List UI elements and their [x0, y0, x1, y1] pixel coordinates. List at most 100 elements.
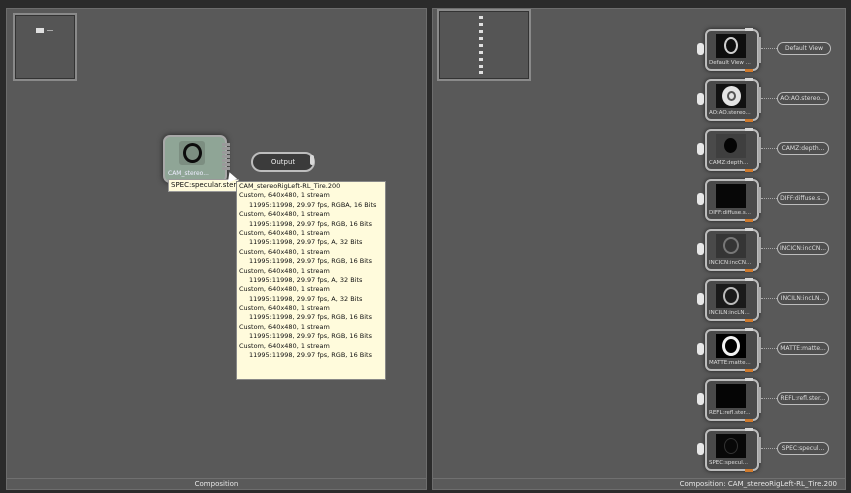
output-pill-label: INCILN:incLN... [780, 295, 826, 302]
output-port[interactable] [758, 237, 761, 263]
stream-detail: 11995:11998, 29.97 fps, RGB, 16 Bits [249, 351, 372, 360]
navigator-node-marker [479, 71, 483, 74]
connection-line [761, 398, 777, 399]
output-port[interactable] [310, 155, 314, 165]
input-port[interactable] [697, 93, 704, 105]
stream-desc: Custom, 640x480, 1 stream [239, 285, 330, 294]
node-thumbnail [716, 84, 746, 108]
stream-desc: Custom, 640x480, 1 stream [239, 266, 330, 275]
output-pill-label: INCICN:incCN... [779, 245, 827, 252]
stack-composition-panel[interactable]: Default View ... Default View AO:AO.ster… [432, 8, 846, 490]
connection-line [761, 248, 777, 249]
stack-node-ao[interactable]: AO:AO.stereo... [697, 78, 761, 122]
navigator-node-marker [36, 28, 44, 33]
stream-desc: Custom, 640x480, 1 stream [239, 304, 330, 313]
output-pill-label: Default View [784, 45, 824, 52]
pill-port [777, 296, 778, 301]
output-pill[interactable]: AO:AO.stereo... [777, 92, 829, 105]
popup-title: CAM_stereoRigLeft-RL_Tire.200 [239, 182, 341, 190]
stack-node-refl[interactable]: REFL:refl.ster... [697, 378, 761, 422]
panel-footer: Composition [7, 478, 426, 489]
output-port[interactable] [758, 87, 761, 113]
input-port[interactable] [697, 143, 704, 155]
stack-node-matte[interactable]: MATTE:matte... [697, 328, 761, 372]
stream-detail: 11995:11998, 29.97 fps, RGB, 16 Bits [249, 219, 372, 228]
camera-node[interactable]: CAM_stereo... [163, 135, 227, 183]
navigator-link-marker [47, 30, 53, 31]
navigator-node-marker [479, 65, 483, 68]
node-label: AO:AO.stereo... [709, 110, 751, 116]
node-tab [745, 28, 753, 31]
tire-icon [183, 143, 202, 163]
node-status-marker [745, 369, 753, 372]
output-pill-label: CAMZ:depth... [781, 145, 825, 152]
output-port[interactable] [758, 137, 761, 163]
node-status-marker [745, 219, 753, 222]
node-label: REFL:refl.ster... [709, 410, 751, 416]
node-tab [745, 228, 753, 231]
connection-line [761, 98, 777, 99]
output-pill[interactable]: MATTE:matte... [777, 342, 829, 355]
output-pill[interactable]: INCILN:incLN... [777, 292, 829, 305]
stack-node-default-view[interactable]: Default View ... [697, 28, 761, 72]
node-thumbnail [716, 234, 746, 258]
stack-node-camz[interactable]: CAMZ:depth... [697, 128, 761, 172]
input-port[interactable] [697, 393, 704, 405]
node-thumbnail [716, 134, 746, 158]
connection-line [761, 348, 777, 349]
input-port[interactable] [697, 193, 704, 205]
output-port[interactable] [758, 437, 761, 463]
node-tab [745, 328, 753, 331]
output-pill-label: REFL:refl.ster... [780, 395, 826, 402]
navigator-thumbnail[interactable] [437, 9, 531, 81]
stack-node-incicn[interactable]: INCICN:incCN... [697, 228, 761, 272]
input-port[interactable] [697, 443, 704, 455]
output-port[interactable] [758, 387, 761, 413]
node-label: INCICN:incCN... [709, 260, 752, 266]
node-label: DIFF:diffuse.s... [709, 210, 752, 216]
output-node[interactable]: Output [251, 152, 315, 172]
node-tab [745, 378, 753, 381]
output-pill[interactable]: CAMZ:depth... [777, 142, 829, 155]
input-port[interactable] [697, 243, 704, 255]
input-port[interactable] [697, 43, 704, 55]
output-pill[interactable]: DIFF:diffuse.s... [777, 192, 829, 205]
node-output-ports[interactable] [222, 143, 230, 173]
matte-ring-icon [722, 336, 740, 356]
pill-port [777, 146, 778, 151]
node-thumbnail [716, 34, 746, 58]
connection-line [761, 298, 777, 299]
node-label: INCILN:incLN... [709, 310, 750, 316]
stream-detail: 11995:11998, 29.97 fps, A, 32 Bits [249, 238, 363, 247]
output-pill[interactable]: SPEC:specul... [777, 442, 829, 455]
node-tab [745, 428, 753, 431]
output-port[interactable] [758, 337, 761, 363]
node-thumbnail [716, 434, 746, 458]
stack-node-diff[interactable]: DIFF:diffuse.s... [697, 178, 761, 222]
composition-panel[interactable]: CAM_stereo... Output SPEC:specular.ster … [6, 8, 427, 490]
output-pill-label: MATTE:matte... [780, 345, 826, 352]
navigator-thumbnail[interactable] [13, 13, 77, 81]
navigator-node-marker [479, 44, 483, 47]
output-pill[interactable]: REFL:refl.ster... [777, 392, 829, 405]
output-pill[interactable]: Default View [777, 42, 831, 55]
output-pill-label: SPEC:specul... [781, 445, 825, 452]
pill-port [777, 96, 778, 101]
input-port[interactable] [697, 293, 704, 305]
output-node-label: Output [270, 158, 296, 166]
output-port[interactable] [758, 287, 761, 313]
pill-port [777, 46, 778, 51]
output-pill-label: AO:AO.stereo... [780, 95, 826, 102]
output-port[interactable] [758, 187, 761, 213]
stack-node-inciln[interactable]: INCILN:incLN... [697, 278, 761, 322]
pill-port [777, 246, 778, 251]
node-tab [745, 128, 753, 131]
input-port[interactable] [697, 343, 704, 355]
hub-icon [727, 91, 736, 101]
stream-detail: 11995:11998, 29.97 fps, A, 32 Bits [249, 294, 363, 303]
connection-line [761, 198, 777, 199]
output-port[interactable] [758, 37, 761, 63]
stack-node-spec[interactable]: SPEC:specul... [697, 428, 761, 472]
output-pill[interactable]: INCICN:incCN... [777, 242, 829, 255]
node-status-marker [745, 269, 753, 272]
